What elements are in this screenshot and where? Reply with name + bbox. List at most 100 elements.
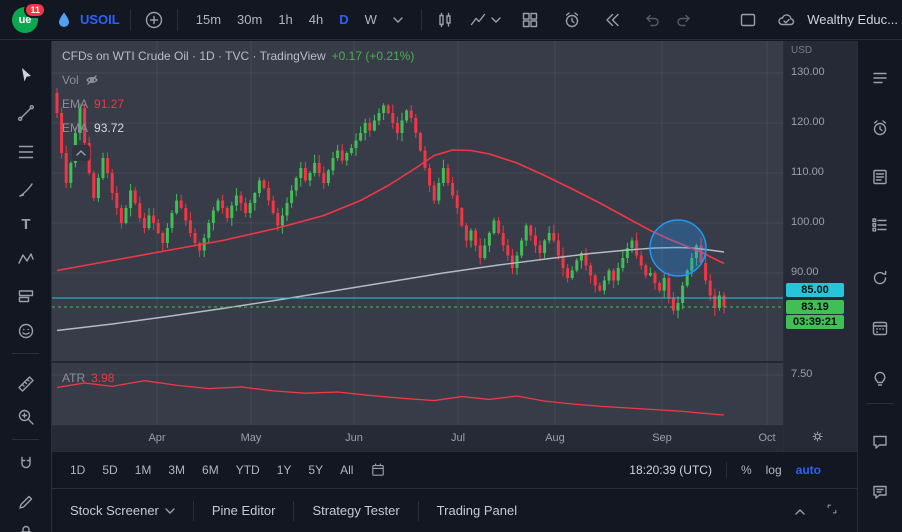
sidebar-support[interactable]	[867, 479, 893, 505]
range-ytd[interactable]: YTD	[236, 463, 260, 477]
divider	[12, 353, 39, 354]
price-scale[interactable]: USD 130.00 120.00 110.00 100.00 90.00 85…	[783, 41, 857, 451]
utc-clock[interactable]: 18:20:39 (UTC)	[629, 463, 712, 477]
divider	[130, 9, 131, 31]
pane-collapse-button[interactable]	[72, 145, 90, 161]
price-change: +0.17 (+0.21%)	[332, 49, 415, 63]
chart-legend-title-row[interactable]: CFDs on WTI Crude Oil · 1D · TVC · Tradi…	[62, 49, 414, 63]
tab-trading-panel[interactable]: Trading Panel	[419, 503, 535, 518]
atr-indicator-pane[interactable]	[52, 363, 783, 425]
tool-brush[interactable]	[13, 177, 39, 203]
sidebar-ideas-list[interactable]	[867, 212, 893, 238]
sidebar-watchlist[interactable]	[867, 65, 893, 91]
tool-magnet[interactable]	[13, 451, 39, 477]
cloud-save-status[interactable]	[773, 6, 799, 34]
ema-fast-label: EMA	[62, 97, 88, 111]
sidebar-chat[interactable]	[867, 429, 893, 455]
tool-xabcd-pattern[interactable]	[13, 246, 39, 272]
volume-legend-row[interactable]: Vol	[62, 73, 99, 87]
timeframe-30m[interactable]: 30m	[237, 12, 262, 27]
panel-maximize-button[interactable]	[825, 502, 839, 519]
layout-button[interactable]	[517, 6, 543, 34]
indicators-button[interactable]	[468, 6, 501, 34]
chevron-up-icon	[795, 509, 805, 515]
tab-pine-editor[interactable]: Pine Editor	[194, 503, 294, 518]
time-scale[interactable]: AprMayJunJulAugSepOct	[52, 425, 783, 451]
main-price-chart[interactable]	[52, 41, 783, 361]
go-to-date-button[interactable]	[370, 462, 386, 478]
compare-add-symbol-button[interactable]	[141, 6, 167, 34]
tool-lock[interactable]	[13, 520, 39, 532]
last-price-badge[interactable]: 83.19	[786, 300, 844, 314]
range-1y[interactable]: 1Y	[277, 463, 292, 477]
log-scale-button[interactable]: log	[766, 463, 782, 477]
tool-edit[interactable]	[13, 489, 39, 515]
tab-strategy-tester[interactable]: Strategy Tester	[294, 503, 417, 518]
divider	[177, 9, 178, 31]
sidebar-ideas[interactable]	[867, 365, 893, 391]
timeframe-1d[interactable]: D	[339, 12, 348, 27]
scale-settings-button[interactable]	[810, 429, 825, 447]
manage-layouts-button[interactable]	[735, 6, 761, 34]
magnet-icon	[16, 454, 36, 474]
tool-emoji[interactable]	[13, 318, 39, 344]
price-tick: 100.00	[791, 216, 825, 228]
undo-button[interactable]	[639, 6, 665, 34]
alert-price-badge[interactable]: 85.00	[786, 283, 844, 297]
symbol-search-button[interactable]: USOIL	[54, 10, 120, 30]
brush-icon	[16, 180, 36, 200]
tool-fib-retracement[interactable]	[13, 139, 39, 165]
range-5d[interactable]: 5D	[102, 463, 117, 477]
tool-zoom-in[interactable]	[13, 404, 39, 430]
ema-slow-legend-row[interactable]: EMA 93.72	[62, 121, 124, 135]
tab-stock-screener[interactable]: Stock Screener	[52, 503, 193, 518]
tool-cursor[interactable]	[13, 62, 39, 88]
sidebar-news[interactable]	[867, 164, 893, 190]
redo-button[interactable]	[671, 6, 697, 34]
tool-trend-line[interactable]	[13, 100, 39, 126]
range-1d[interactable]: 1D	[70, 463, 85, 477]
panel-square-icon	[738, 10, 758, 30]
create-alert-button[interactable]	[559, 6, 585, 34]
chart-type-button[interactable]	[432, 6, 458, 34]
timeframe-menu-button[interactable]	[385, 6, 411, 34]
sidebar-calendar[interactable]	[867, 315, 893, 341]
panel-open-button[interactable]	[795, 504, 805, 518]
timeframe-1w[interactable]: W	[365, 12, 377, 27]
bar-replay-button[interactable]	[599, 6, 625, 34]
timeframe-15m[interactable]: 15m	[196, 12, 221, 27]
range-1m[interactable]: 1M	[135, 463, 152, 477]
atr-legend-row[interactable]: ATR 3.98	[62, 371, 114, 385]
tool-long-position[interactable]	[13, 283, 39, 309]
bottom-toolbar-right: 18:20:39 (UTC) % log auto	[629, 462, 857, 478]
sidebar-hotlists[interactable]	[867, 265, 893, 291]
position-projection-icon	[16, 286, 36, 306]
tool-text[interactable]: T	[13, 211, 39, 237]
watchlist-icon	[870, 68, 890, 88]
auto-scale-button[interactable]: auto	[796, 463, 821, 477]
tab-label: Trading Panel	[437, 503, 517, 518]
timeframe-4h[interactable]: 4h	[309, 12, 323, 27]
sidebar-alerts[interactable]	[867, 115, 893, 141]
eye-hidden-icon[interactable]	[85, 73, 99, 87]
redo-arrow-icon	[674, 10, 694, 30]
range-6m[interactable]: 6M	[202, 463, 219, 477]
ema-fast-value: 91.27	[94, 97, 124, 111]
tool-ruler[interactable]	[13, 371, 39, 397]
volume-label: Vol	[62, 73, 79, 87]
percent-scale-button[interactable]: %	[741, 463, 752, 477]
ema-fast-legend-row[interactable]: EMA 91.27	[62, 97, 124, 111]
timeframe-1h[interactable]: 1h	[278, 12, 292, 27]
layout-name[interactable]: Wealthy Educ...	[807, 12, 898, 27]
range-all[interactable]: All	[340, 463, 353, 477]
chevron-down-icon	[165, 508, 175, 514]
range-3m[interactable]: 3M	[168, 463, 185, 477]
chevron-down-icon	[491, 17, 501, 23]
range-5y[interactable]: 5Y	[308, 463, 323, 477]
time-axis-label: Oct	[758, 432, 775, 444]
bottom-panel-tabs: Stock Screener Pine Editor Strategy Test…	[52, 488, 857, 532]
zigzag-pattern-icon	[16, 249, 36, 269]
lightbulb-icon	[870, 368, 890, 388]
atr-value: 3.98	[91, 371, 114, 385]
app-logo[interactable]: ue 11	[12, 7, 38, 33]
